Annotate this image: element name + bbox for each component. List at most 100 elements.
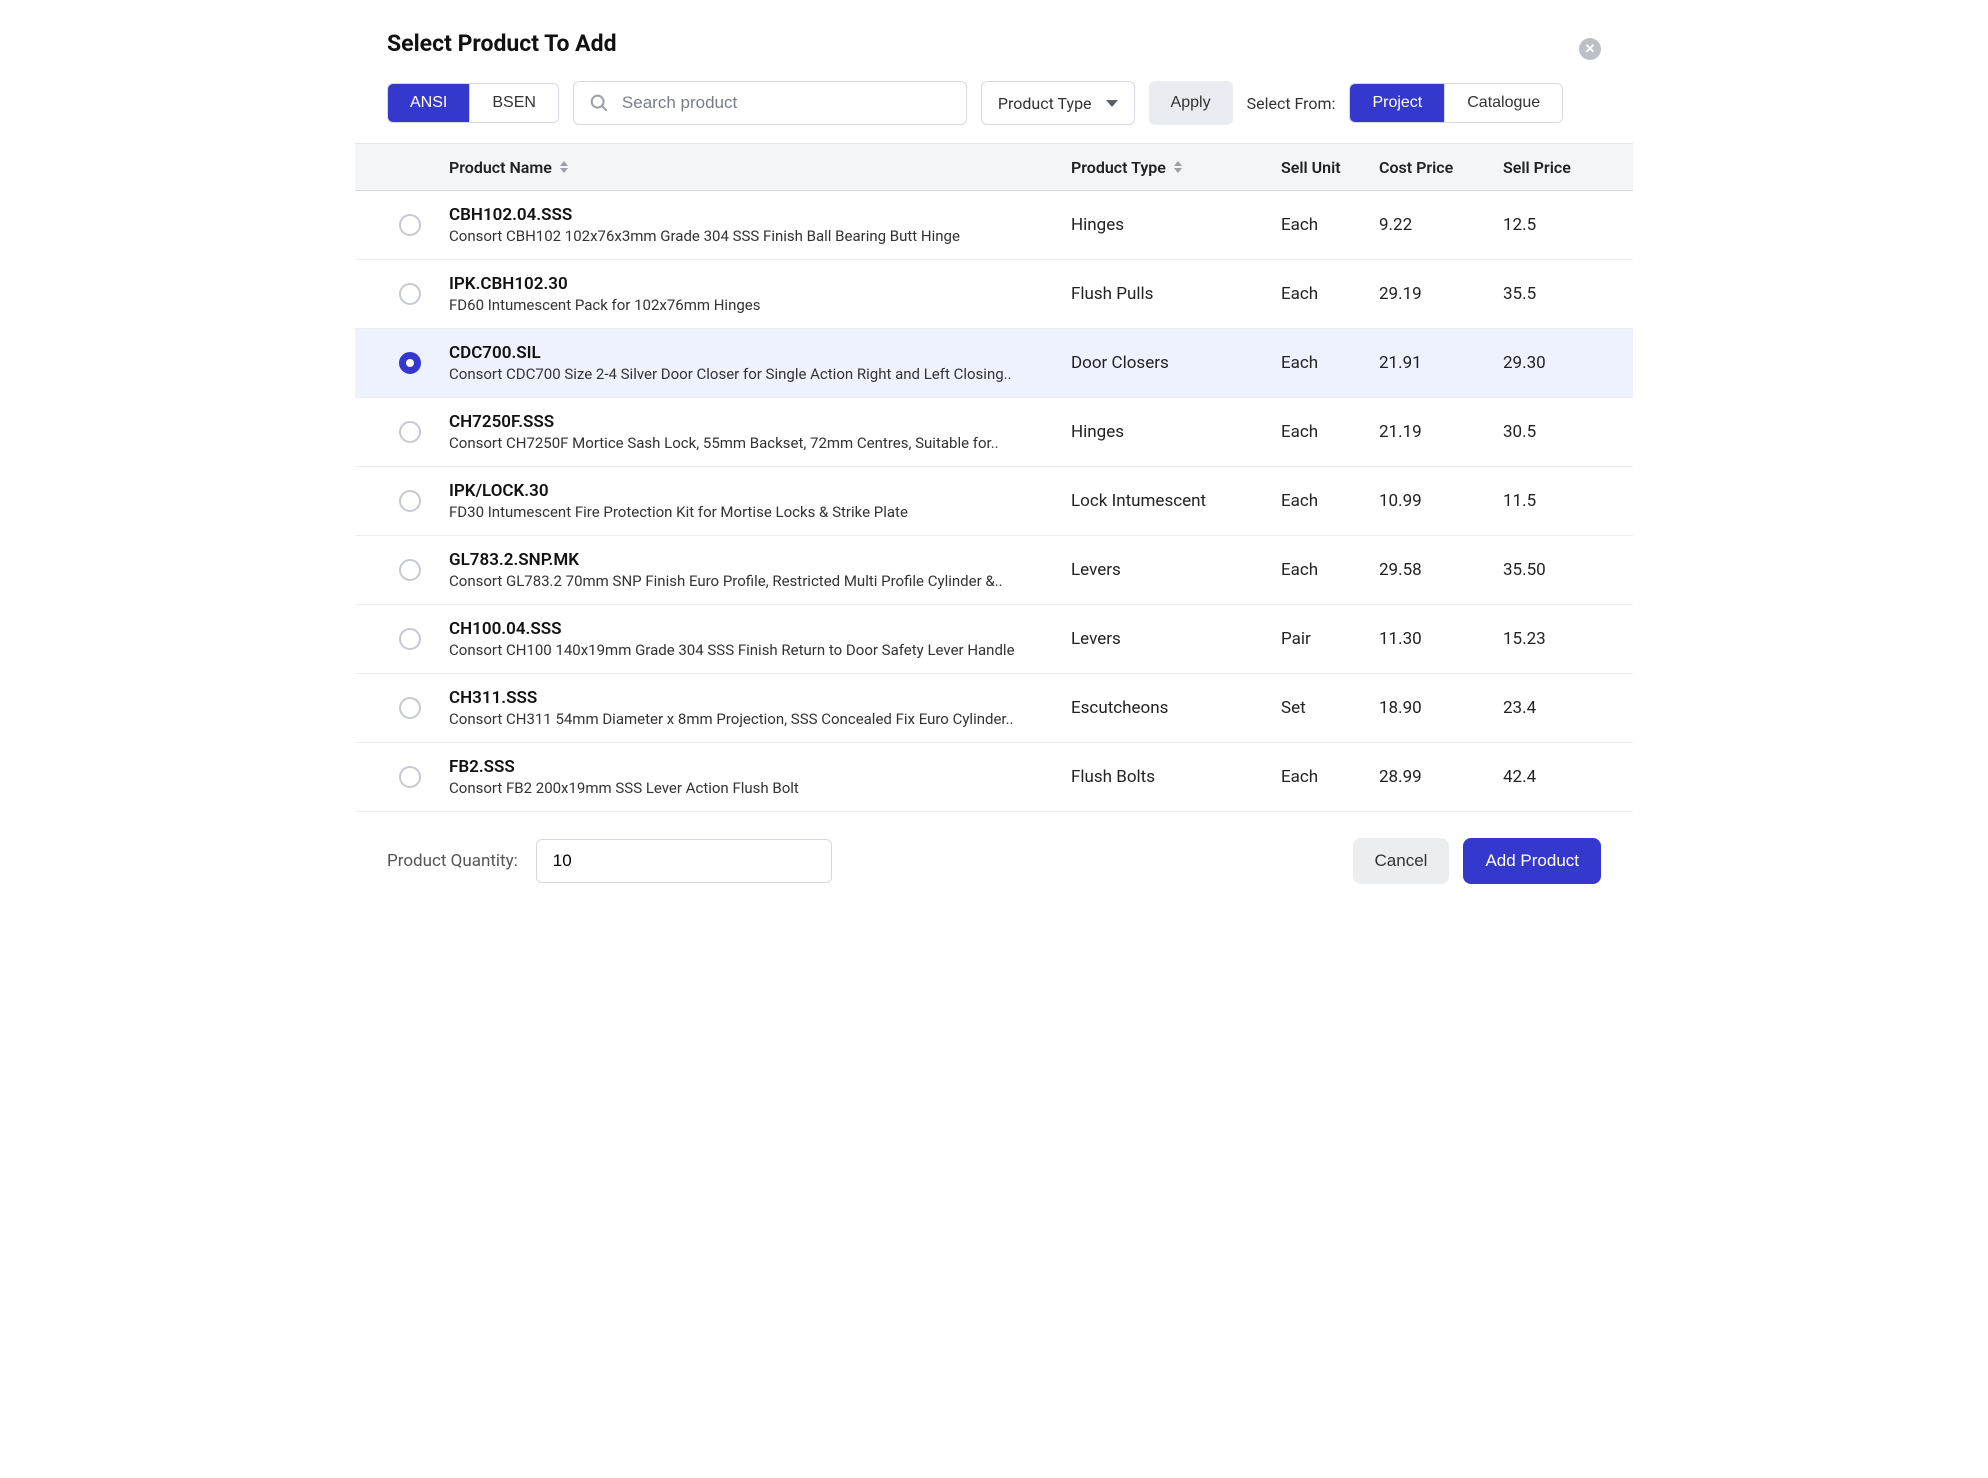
sort-icon (560, 161, 568, 173)
cost-price-cell: 28.99 (1379, 767, 1503, 787)
col-header-type[interactable]: Product Type (1071, 158, 1281, 177)
sell-price-cell: 29.30 (1503, 353, 1591, 373)
search-input[interactable] (622, 93, 952, 113)
toolbar: ANSI BSEN Product Type Apply Select From… (387, 81, 1601, 125)
select-product-modal: Select Product To Add ✕ ANSI BSEN Produc… (355, 0, 1633, 904)
table-row[interactable]: IPK/LOCK.30 FD30 Intumescent Fire Protect… (355, 467, 1633, 536)
product-description: Consort CH7250F Mortice Sash Lock, 55mm … (449, 434, 1059, 452)
product-code: IPK.CBH102.30 (449, 274, 1059, 294)
product-type-label: Product Type (998, 94, 1092, 113)
sell-price-cell: 23.4 (1503, 698, 1591, 718)
table-row[interactable]: IPK.CBH102.30 FD60 Intumescent Pack for 1… (355, 260, 1633, 329)
sell-unit-cell: Each (1281, 284, 1379, 304)
quantity-input[interactable] (536, 839, 832, 883)
sell-unit-cell: Each (1281, 215, 1379, 235)
product-code: IPK/LOCK.30 (449, 481, 1059, 501)
row-radio[interactable] (399, 766, 421, 788)
cost-price-cell: 18.90 (1379, 698, 1503, 718)
col-header-sell[interactable]: Sell Price (1503, 158, 1591, 177)
table-row[interactable]: CH100.04.SSS Consort CH100 140x19mm Grade… (355, 605, 1633, 674)
product-type-cell: Door Closers (1071, 353, 1281, 373)
cost-price-cell: 11.30 (1379, 629, 1503, 649)
row-radio[interactable] (399, 559, 421, 581)
table-row[interactable]: CBH102.04.SSSConsort CBH102 102x76x3mm G… (355, 191, 1633, 260)
cost-price-cell: 29.19 (1379, 284, 1503, 304)
row-radio[interactable] (399, 628, 421, 650)
chevron-down-icon (1106, 100, 1118, 107)
source-segment: Project Catalogue (1349, 83, 1563, 123)
select-from-label: Select From: (1247, 94, 1336, 113)
col-header-name[interactable]: Product Name (449, 158, 1071, 177)
tab-project[interactable]: Project (1350, 84, 1444, 122)
sell-unit-cell: Each (1281, 491, 1379, 511)
close-button[interactable]: ✕ (1579, 38, 1601, 60)
table-row[interactable]: FB2.SSS Consort FB2 200x19mm SSS Lever Ac… (355, 743, 1633, 812)
row-radio[interactable] (399, 283, 421, 305)
product-description: FD60 Intumescent Pack for 102x76mm Hinge… (449, 296, 1059, 314)
table-row[interactable]: CH311.SSSConsort CH311 54mm Diameter x 8… (355, 674, 1633, 743)
product-description: Consort CH100 140x19mm Grade 304 SSS Fin… (449, 641, 1059, 659)
sell-unit-cell: Each (1281, 767, 1379, 787)
standard-segment: ANSI BSEN (387, 83, 559, 123)
product-description: Consort GL783.2 70mm SNP Finish Euro Pro… (449, 572, 1059, 590)
product-code: FB2.SSS (449, 757, 1059, 777)
product-type-cell: Hinges (1071, 215, 1281, 235)
table-row[interactable]: CH7250F.SSSConsort CH7250F Mortice Sash … (355, 398, 1633, 467)
row-radio[interactable] (399, 490, 421, 512)
sell-price-cell: 42.4 (1503, 767, 1591, 787)
row-radio[interactable] (399, 697, 421, 719)
modal-title: Select Product To Add (387, 30, 1601, 57)
tab-ansi[interactable]: ANSI (388, 84, 469, 122)
cost-price-cell: 21.19 (1379, 422, 1503, 442)
product-type-cell: Lock Intumescent (1071, 491, 1281, 511)
col-header-cost[interactable]: Cost Price (1379, 158, 1503, 177)
footer-buttons: Cancel Add Product (1353, 838, 1601, 884)
sell-price-cell: 30.5 (1503, 422, 1591, 442)
sell-unit-cell: Each (1281, 422, 1379, 442)
sell-unit-cell: Each (1281, 560, 1379, 580)
sell-price-cell: 15.23 (1503, 629, 1591, 649)
cost-price-cell: 10.99 (1379, 491, 1503, 511)
product-code: CBH102.04.SSS (449, 205, 1059, 225)
row-radio[interactable] (399, 421, 421, 443)
product-type-cell: Levers (1071, 560, 1281, 580)
product-code: CH100.04.SSS (449, 619, 1059, 639)
cost-price-cell: 9.22 (1379, 215, 1503, 235)
close-icon: ✕ (1585, 43, 1596, 56)
row-radio[interactable] (399, 214, 421, 236)
product-type-cell: Hinges (1071, 422, 1281, 442)
sell-price-cell: 11.5 (1503, 491, 1591, 511)
product-type-cell: Escutcheons (1071, 698, 1281, 718)
cancel-button[interactable]: Cancel (1353, 838, 1450, 884)
quantity-wrap: Product Quantity: (387, 839, 832, 883)
table-header: Product Name Product Type Sell Unit Cost… (355, 143, 1633, 191)
tab-catalogue[interactable]: Catalogue (1444, 84, 1562, 122)
cost-price-cell: 21.91 (1379, 353, 1503, 373)
table-body: CBH102.04.SSSConsort CBH102 102x76x3mm G… (355, 191, 1633, 812)
product-description: FD30 Intumescent Fire Protection Kit for… (449, 503, 1059, 521)
product-type-dropdown[interactable]: Product Type (981, 81, 1135, 125)
product-code: GL783.2.SNP.MK (449, 550, 1059, 570)
product-description: Consort CH311 54mm Diameter x 8mm Projec… (449, 710, 1059, 728)
search-icon (588, 92, 610, 114)
product-description: Consort FB2 200x19mm SSS Lever Action Fl… (449, 779, 1059, 797)
sell-price-cell: 35.50 (1503, 560, 1591, 580)
product-code: CDC700.SIL (449, 343, 1059, 363)
table-row[interactable]: CDC700.SIL Consort CDC700 Size 2-4 Silver… (355, 329, 1633, 398)
sort-icon (1174, 161, 1182, 173)
search-wrapper[interactable] (573, 81, 967, 125)
modal-footer: Product Quantity: Cancel Add Product (387, 838, 1601, 884)
apply-button[interactable]: Apply (1149, 81, 1233, 125)
row-radio[interactable] (399, 352, 421, 374)
cost-price-cell: 29.58 (1379, 560, 1503, 580)
product-type-cell: Levers (1071, 629, 1281, 649)
product-description: Consort CDC700 Size 2-4 Silver Door Clos… (449, 365, 1059, 383)
sell-unit-cell: Set (1281, 698, 1379, 718)
tab-bsen[interactable]: BSEN (469, 84, 558, 122)
add-product-button[interactable]: Add Product (1463, 838, 1601, 884)
col-header-unit[interactable]: Sell Unit (1281, 158, 1379, 177)
table-row[interactable]: GL783.2.SNP.MK Consort GL783.2 70mm SNP F… (355, 536, 1633, 605)
quantity-label: Product Quantity: (387, 851, 518, 871)
sell-price-cell: 35.5 (1503, 284, 1591, 304)
sell-price-cell: 12.5 (1503, 215, 1591, 235)
